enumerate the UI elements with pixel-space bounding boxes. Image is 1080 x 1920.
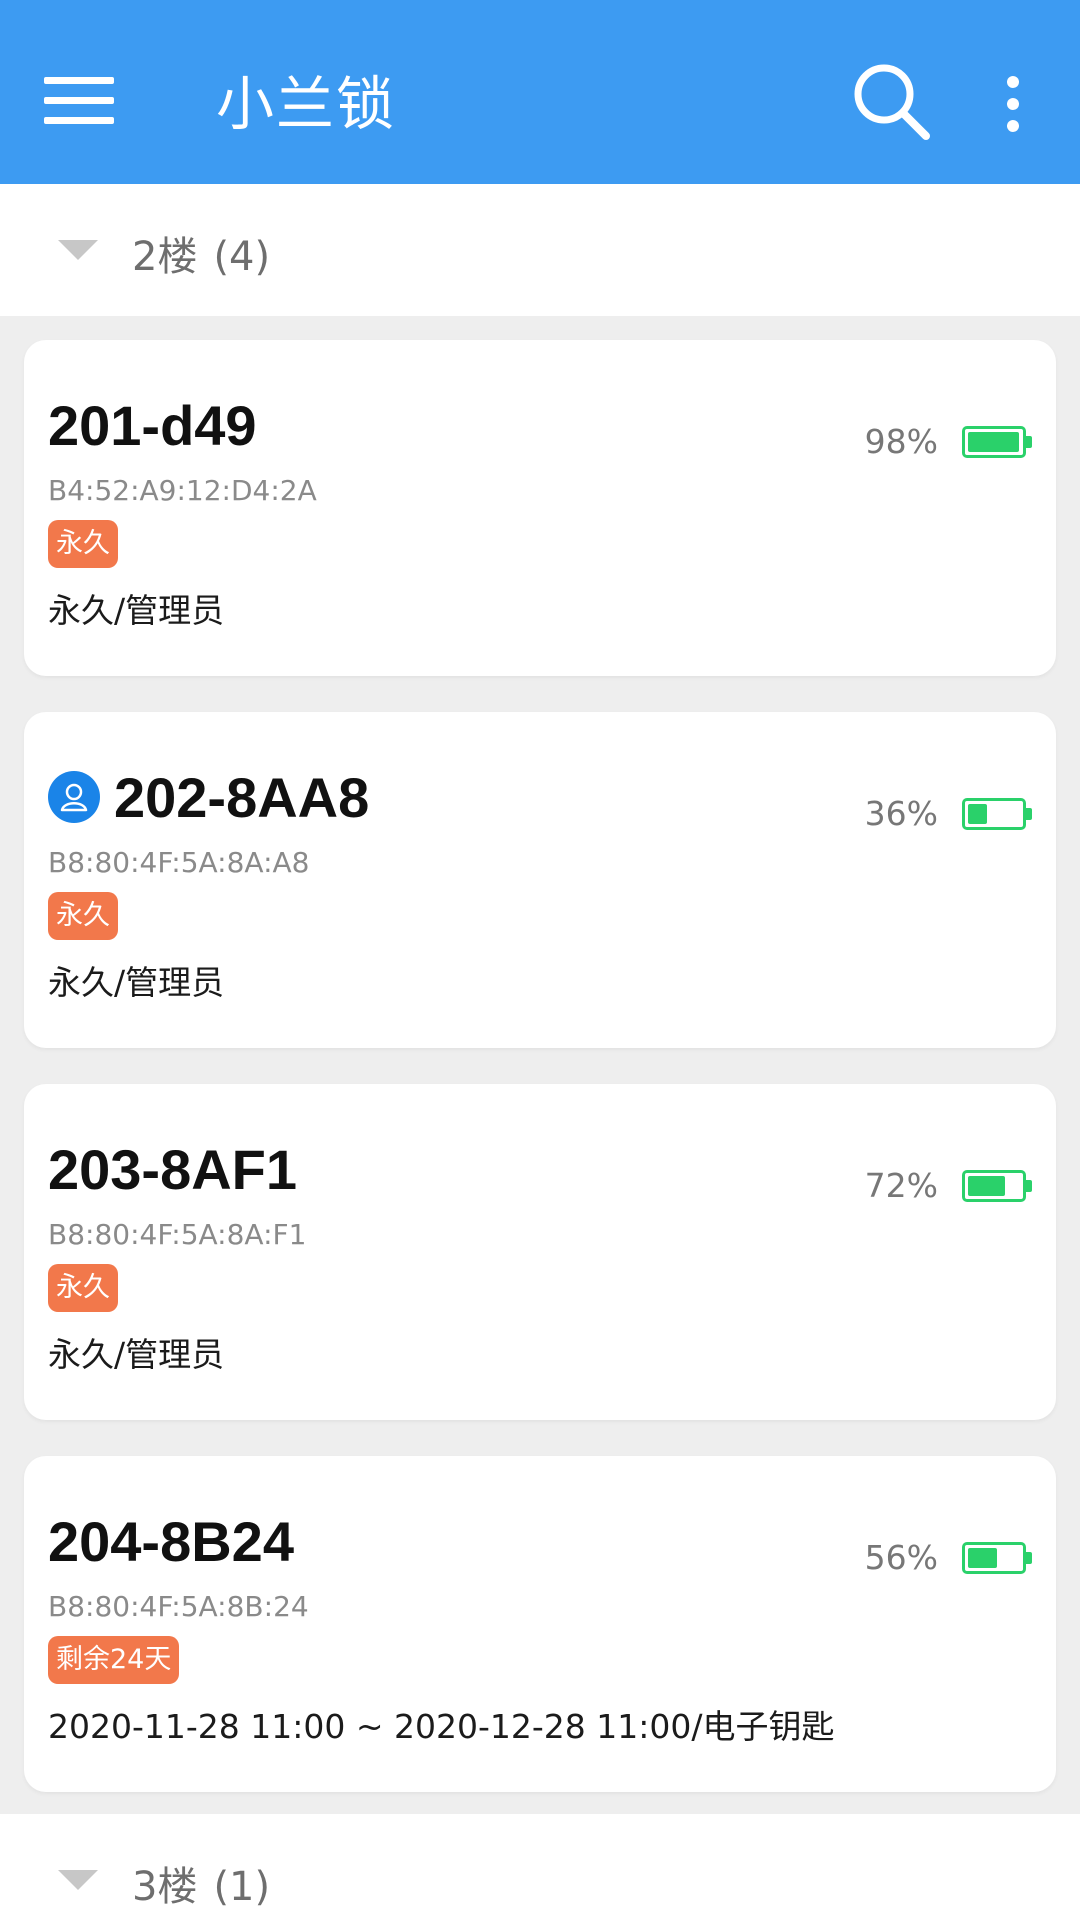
lock-name: 203-8AF1 xyxy=(48,1137,298,1201)
lock-mac: B8:80:4F:5A:8A:A8 xyxy=(48,846,310,879)
group-header-floor-2[interactable]: 2楼 (4) xyxy=(0,184,1080,316)
lock-mac: B4:52:A9:12:D4:2A xyxy=(48,474,317,507)
lock-name: 201-d49 xyxy=(48,393,257,457)
lock-card[interactable]: 204-8B24 B8:80:4F:5A:8B:24 剩余24天 2020-11… xyxy=(24,1456,1056,1792)
lock-description: 永久/管理员 xyxy=(48,1335,225,1374)
validity-badge: 永久 xyxy=(48,892,118,940)
group-count: (4) xyxy=(213,234,271,280)
app-title: 小兰锁 xyxy=(216,70,397,138)
lock-description: 永久/管理员 xyxy=(48,963,225,1002)
group-floor: 2楼 xyxy=(132,234,198,280)
battery-icon xyxy=(962,1170,1032,1202)
lock-card[interactable]: 203-8AF1 B8:80:4F:5A:8A:F1 永久 永久/管理员 72% xyxy=(24,1084,1056,1420)
group-floor: 3楼 xyxy=(132,1864,198,1910)
lock-name-row: 204-8B24 xyxy=(48,1508,294,1574)
battery-percent: 36% xyxy=(864,794,938,833)
validity-badge: 永久 xyxy=(48,520,118,568)
lock-mac: B8:80:4F:5A:8B:24 xyxy=(48,1590,309,1623)
lock-mac: B8:80:4F:5A:8A:F1 xyxy=(48,1218,307,1251)
lock-name-row: 203-8AF1 xyxy=(48,1136,297,1202)
lock-description: 永久/管理员 xyxy=(48,591,225,630)
user-face-icon xyxy=(48,771,100,823)
collapse-caret-icon xyxy=(58,1870,98,1890)
lock-name-row: 201-d49 xyxy=(48,392,257,458)
lock-card[interactable]: 201-d49 B4:52:A9:12:D4:2A 永久 永久/管理员 98% xyxy=(24,340,1056,676)
lock-description: 2020-11-28 11:00 ~ 2020-12-28 11:00/电子钥匙 xyxy=(48,1707,835,1746)
battery-percent: 72% xyxy=(864,1166,938,1205)
battery-percent: 98% xyxy=(864,422,938,461)
lock-name-row: 202-8AA8 xyxy=(48,764,369,830)
hamburger-menu-icon[interactable] xyxy=(44,60,124,140)
battery-icon xyxy=(962,798,1032,830)
search-icon[interactable] xyxy=(846,56,936,146)
app-bar: 小兰锁 xyxy=(0,0,1080,184)
collapse-caret-icon xyxy=(58,240,98,260)
lock-name: 204-8B24 xyxy=(48,1509,294,1573)
lock-card[interactable]: 202-8AA8 B8:80:4F:5A:8A:A8 永久 永久/管理员 36% xyxy=(24,712,1056,1048)
group-header-floor-3[interactable]: 3楼 (1) xyxy=(0,1814,1080,1920)
battery-icon xyxy=(962,426,1032,458)
group-label: 3楼 (1) xyxy=(132,1854,270,1912)
more-vert-icon[interactable] xyxy=(990,76,1036,132)
validity-badge: 永久 xyxy=(48,1264,118,1312)
validity-badge: 剩余24天 xyxy=(48,1636,180,1684)
lock-name: 202-8AA8 xyxy=(114,765,370,829)
battery-icon xyxy=(962,1542,1032,1574)
group-count: (1) xyxy=(213,1864,271,1910)
group-label: 2楼 (4) xyxy=(132,224,270,282)
battery-percent: 56% xyxy=(864,1538,938,1577)
